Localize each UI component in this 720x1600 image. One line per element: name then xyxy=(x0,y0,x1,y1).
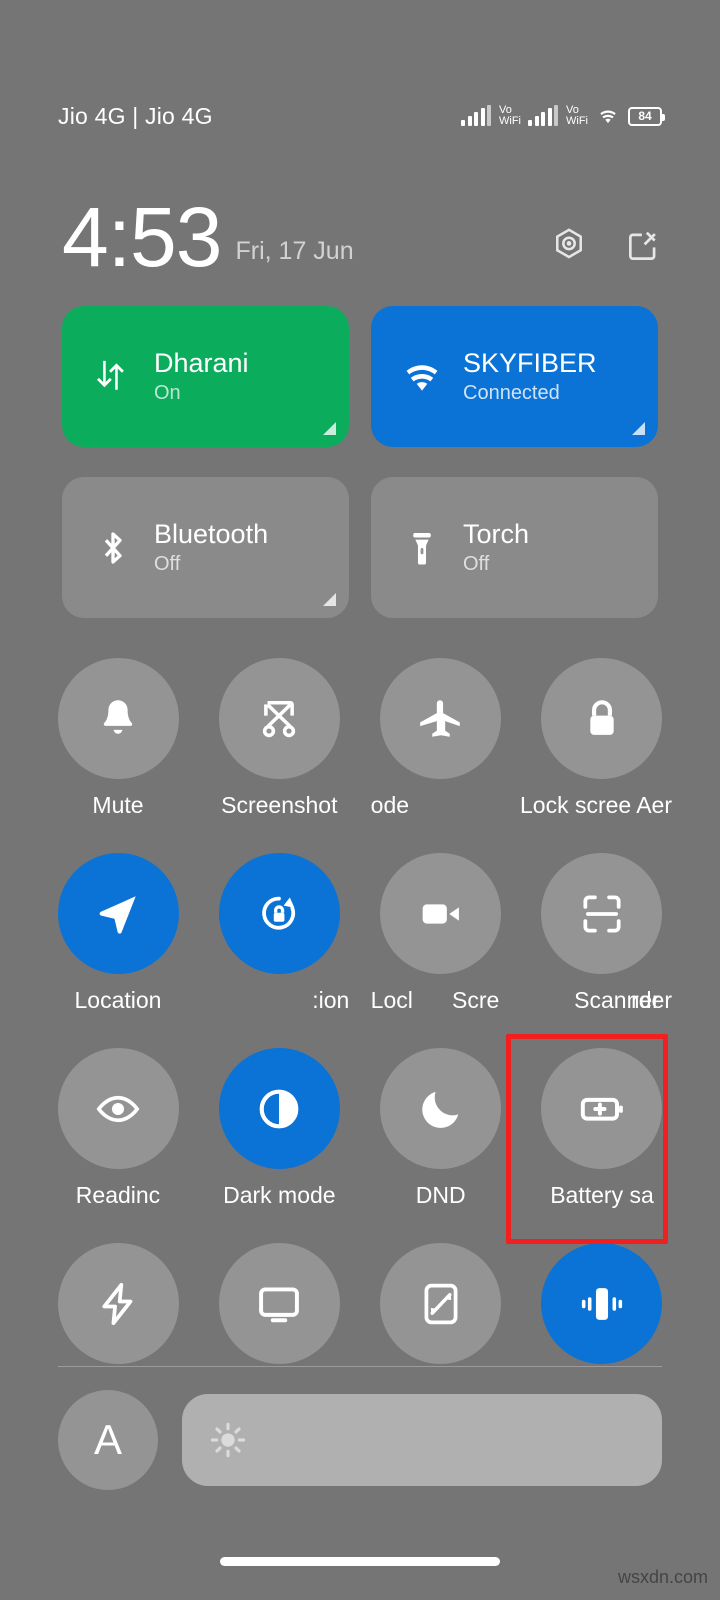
aeroplane-icon xyxy=(419,699,460,737)
vibration-icon xyxy=(581,1287,623,1320)
label-battery-saver: Battery sa xyxy=(550,1182,654,1208)
quick-settings-panel: Jio 4G | Jio 4G Vo WiFi Vo WiFi 84 4:53 … xyxy=(0,0,720,1600)
label-mute: Mute xyxy=(92,792,144,818)
label-screenshot: Screenshot xyxy=(221,792,338,818)
settings-gear-icon[interactable] xyxy=(550,226,588,264)
vowifi-label-sim1: Vo WiFi xyxy=(499,105,521,127)
wifi-icon xyxy=(395,356,449,398)
scanner-circle[interactable] xyxy=(541,853,663,974)
bluetooth-title: Bluetooth xyxy=(154,519,269,549)
clock-row: 4:53 Fri, 17 Jun xyxy=(0,180,720,284)
navigation-bar xyxy=(0,1557,720,1566)
lightning-icon xyxy=(102,1282,133,1325)
lock-screen-circle[interactable] xyxy=(541,658,663,779)
scissors-icon xyxy=(263,700,296,737)
label-location: Location xyxy=(74,987,162,1013)
battery-status-icon: 84 xyxy=(628,106,665,126)
label-screen-recorder-part2: Scre xyxy=(452,987,500,1013)
dnd-circle[interactable] xyxy=(380,1048,502,1169)
cast-screen-icon xyxy=(259,1286,300,1322)
brightness-slider[interactable] xyxy=(182,1394,662,1486)
signal-bars-sim1-icon xyxy=(461,105,491,126)
brightness-row: A xyxy=(58,1390,662,1490)
lock-icon xyxy=(590,699,614,735)
location-circle[interactable] xyxy=(57,853,179,974)
mobile-data-title: Dharani xyxy=(154,348,249,378)
moon-icon xyxy=(421,1091,458,1128)
label-dnd: DND xyxy=(415,1182,466,1208)
label-aeroplane-mode-part1: ode xyxy=(370,792,410,818)
bell-icon xyxy=(103,699,133,734)
rotation-lock-circle[interactable] xyxy=(218,853,340,974)
watermark-label: wsxdn.com xyxy=(617,1567,708,1587)
big-tile-row-1: Dharani On SKYFIBER Connected xyxy=(62,306,658,447)
aeroplane-circle[interactable] xyxy=(380,658,502,779)
edit-icon[interactable] xyxy=(624,226,662,264)
signal-bars-sim2-icon xyxy=(528,105,558,126)
navigation-arrow-icon xyxy=(99,895,136,934)
mobile-data-icon xyxy=(86,356,140,398)
status-bar: Jio 4G | Jio 4G Vo WiFi Vo WiFi 84 xyxy=(0,96,720,136)
battery-percent-label: 84 xyxy=(638,109,652,123)
screen-recorder-circle[interactable] xyxy=(380,853,502,974)
label-reading-mode: Readinc xyxy=(75,1182,161,1208)
expand-corner-icon[interactable] xyxy=(323,593,336,606)
label-rotation-part1: :ion xyxy=(312,987,350,1013)
bluetooth-subtitle: Off xyxy=(154,553,181,575)
bluetooth-icon xyxy=(86,527,140,569)
vowifi-line2: WiFi xyxy=(499,115,521,127)
resize-screen-circle[interactable] xyxy=(380,1243,502,1364)
wifi-subtitle: Connected xyxy=(463,382,560,404)
battery-saver-circle[interactable] xyxy=(541,1048,663,1169)
mobile-data-subtitle: On xyxy=(154,382,181,404)
expand-corner-icon[interactable] xyxy=(632,422,645,435)
label-lock-screen: Lock scree xyxy=(520,792,632,818)
vowifi-label-sim2: Vo WiFi xyxy=(566,105,588,127)
torch-tile[interactable]: Torch Off xyxy=(371,477,658,618)
wifi-title: SKYFIBER xyxy=(463,348,597,378)
eye-icon xyxy=(96,1095,140,1122)
section-divider xyxy=(58,1366,662,1367)
dark-mode-circle[interactable] xyxy=(218,1048,340,1169)
dark-mode-icon xyxy=(259,1089,299,1128)
torch-icon xyxy=(395,527,449,569)
toggle-row-2-labels-overflow: Scre Scanner xyxy=(452,987,672,1017)
wifi-status-icon xyxy=(600,110,616,124)
toggle-row-3-labels: Readinc Dark mode DND Battery sa xyxy=(48,1182,672,1212)
screenshot-circle[interactable] xyxy=(218,658,340,779)
auto-brightness-button[interactable]: A xyxy=(58,1390,158,1490)
torch-subtitle: Off xyxy=(463,553,490,575)
clock-date: Fri, 17 Jun xyxy=(235,237,354,265)
home-gesture-pill[interactable] xyxy=(220,1557,500,1566)
vibration-circle[interactable] xyxy=(541,1243,663,1364)
toggle-row-1-labels-overflow: Lock scree xyxy=(520,792,720,822)
reading-mode-circle[interactable] xyxy=(57,1048,179,1169)
resize-screen-icon xyxy=(424,1283,458,1324)
vowifi2-line2: WiFi xyxy=(566,115,588,127)
mute-circle[interactable] xyxy=(57,658,179,779)
label-dark-mode: Dark mode xyxy=(223,1182,336,1208)
lightning-circle[interactable] xyxy=(57,1243,179,1364)
bluetooth-tile[interactable]: Bluetooth Off xyxy=(62,477,349,618)
cast-screen-circle[interactable] xyxy=(218,1243,340,1364)
brightness-sun-icon xyxy=(210,1422,246,1458)
status-icon-group: Vo WiFi Vo WiFi 84 xyxy=(461,105,665,127)
clock-time: 4:53 xyxy=(62,190,222,284)
big-tile-row-2: Bluetooth Off Torch Off xyxy=(62,477,658,618)
label-scanner: Scanner xyxy=(574,987,660,1013)
mobile-data-tile[interactable]: Dharani On xyxy=(62,306,349,447)
rotation-lock-icon xyxy=(262,896,296,930)
carrier-label: Jio 4G | Jio 4G xyxy=(58,102,213,129)
wifi-tile[interactable]: SKYFIBER Connected xyxy=(371,306,658,447)
screen-recorder-icon xyxy=(422,903,459,924)
torch-title: Torch xyxy=(463,519,530,549)
clock-actions xyxy=(550,226,662,264)
battery-saver-icon xyxy=(580,1097,623,1121)
scanner-icon xyxy=(583,894,621,933)
expand-corner-icon[interactable] xyxy=(323,422,336,435)
